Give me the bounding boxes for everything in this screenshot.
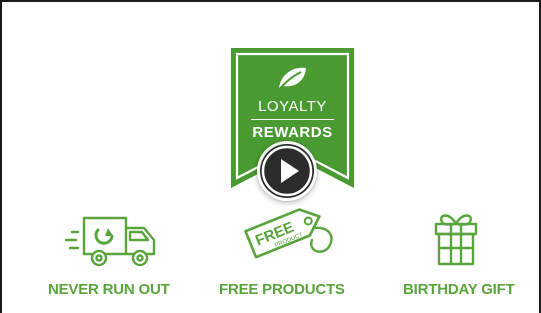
badge-divider [251, 119, 334, 120]
feature-label-birthday-gift: BIRTHDAY GIFT [403, 281, 515, 298]
badge-line-2: REWARDS [252, 124, 333, 141]
delivery-truck-icon [64, 214, 164, 275]
gift-box-icon [434, 210, 478, 271]
feature-label-free-products: FREE PRODUCTS [219, 281, 345, 298]
badge-line-1: LOYALTY [258, 98, 327, 115]
video-frame[interactable]: LOYALTY REWARDS NEVER RUN OUT FREE PRODU… [0, 0, 541, 313]
price-tag-icon: FREE PRODUCT [240, 192, 340, 269]
feature-label-never-run-out: NEVER RUN OUT [48, 281, 170, 298]
